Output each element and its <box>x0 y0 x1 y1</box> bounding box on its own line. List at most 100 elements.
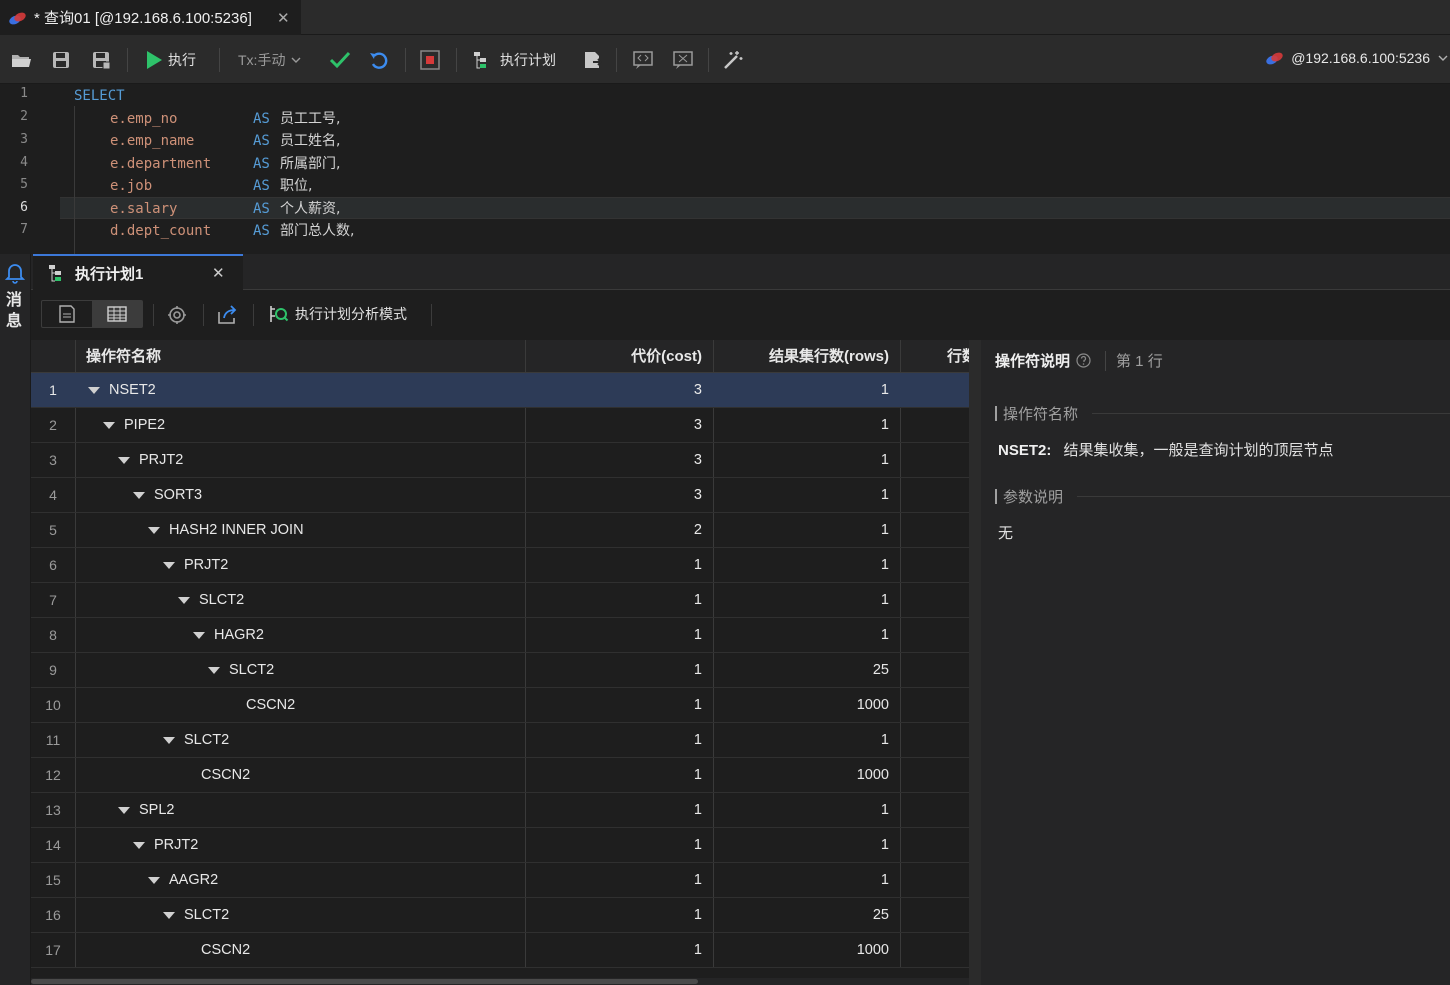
open-folder-icon[interactable] <box>10 48 32 72</box>
rows-cell: 1 <box>880 592 889 608</box>
table-row[interactable]: 6 PRJT2 1 1 <box>31 548 969 583</box>
operator-name: CSCN2 <box>246 697 296 713</box>
table-row[interactable]: 8 HAGR2 1 1 <box>31 618 969 653</box>
row-number: 17 <box>45 942 61 958</box>
expand-toggle-icon[interactable] <box>133 492 145 499</box>
settings-icon[interactable] <box>166 304 188 326</box>
rows-cell: 1 <box>880 802 889 818</box>
export-icon[interactable] <box>582 48 602 72</box>
bell-icon[interactable] <box>5 262 30 284</box>
run-button[interactable]: 执行 <box>146 48 196 72</box>
row-number: 4 <box>49 487 57 503</box>
table-row[interactable]: 17 CSCN2 1 1000 <box>31 933 969 968</box>
row-number: 7 <box>49 592 57 608</box>
rows-cell: 1 <box>880 417 889 433</box>
export-icon[interactable] <box>216 304 238 326</box>
expand-toggle-icon[interactable] <box>88 387 100 394</box>
operator-name: SLCT2 <box>199 592 245 608</box>
format-magic-icon[interactable] <box>722 48 744 72</box>
transaction-mode-select[interactable]: Tx:手动 <box>238 48 301 72</box>
commit-icon[interactable] <box>329 48 351 72</box>
row-number: 14 <box>45 837 61 853</box>
table-row[interactable]: 11 SLCT2 1 1 <box>31 723 969 758</box>
cost-cell: 1 <box>693 802 702 818</box>
panel-title: 操作符说明 <box>995 353 1071 370</box>
table-row[interactable]: 10 CSCN2 1 1000 <box>31 688 969 723</box>
cost-cell: 1 <box>693 907 702 923</box>
operator-name: NSET2 <box>109 382 156 398</box>
row-number: 5 <box>49 522 57 538</box>
scrollbar-thumb[interactable] <box>31 979 698 984</box>
sql-editor[interactable]: 1 SELECT 2 e.emp_no AS 员工工号, 3 e.emp_nam… <box>0 84 1450 254</box>
cost-cell: 1 <box>693 627 702 643</box>
row-number: 3 <box>49 452 57 468</box>
operator-name: HASH2 INNER JOIN <box>169 522 304 538</box>
column-header-cost[interactable]: 代价(cost) <box>531 340 702 373</box>
expand-toggle-icon[interactable] <box>148 527 160 534</box>
operator-name: SLCT2 <box>229 662 275 678</box>
section-title: 操作符名称 <box>1003 406 1079 423</box>
messages-label[interactable]: 消息 <box>6 290 22 332</box>
comment-icon[interactable] <box>632 48 654 72</box>
help-icon[interactable] <box>1076 353 1091 368</box>
expand-toggle-icon[interactable] <box>133 842 145 849</box>
table-row[interactable]: 3 PRJT2 3 1 <box>31 443 969 478</box>
expand-toggle-icon[interactable] <box>178 597 190 604</box>
save-icon[interactable] <box>51 48 71 72</box>
table-row[interactable]: 4 SORT3 3 1 <box>31 478 969 513</box>
connection-indicator[interactable]: @192.168.6.100:5236 <box>1265 50 1448 66</box>
horizontal-scrollbar[interactable] <box>31 978 969 985</box>
table-row[interactable]: 1 NSET2 3 1 <box>31 373 969 408</box>
expand-toggle-icon[interactable] <box>208 667 220 674</box>
expand-toggle-icon[interactable] <box>103 422 115 429</box>
text-view-icon[interactable] <box>42 301 92 327</box>
column-header-rows[interactable]: 结果集行数(rows) <box>731 340 889 373</box>
column-header-more[interactable]: 行数 <box>947 340 969 373</box>
table-row[interactable]: 14 PRJT2 1 1 <box>31 828 969 863</box>
expand-toggle-icon[interactable] <box>148 877 160 884</box>
expand-toggle-icon[interactable] <box>118 807 130 814</box>
uncomment-icon[interactable] <box>672 48 694 72</box>
table-row[interactable]: 9 SLCT2 1 25 <box>31 653 969 688</box>
save-all-icon[interactable] <box>91 48 111 72</box>
view-mode-toggle <box>41 300 143 328</box>
query-tab[interactable]: * 查询01 [@192.168.6.100:5236] ✕ <box>0 0 301 35</box>
expand-toggle-icon[interactable] <box>163 912 175 919</box>
execution-plan-icon <box>47 263 69 283</box>
table-row[interactable]: 13 SPL2 1 1 <box>31 793 969 828</box>
grid-view-icon[interactable] <box>92 301 142 327</box>
operator-description: NSET2: 结果集收集，一般是查询计划的顶层节点 <box>998 439 1334 460</box>
close-tab-icon[interactable]: ✕ <box>212 264 225 282</box>
row-number: 1 <box>49 382 57 398</box>
table-row[interactable]: 5 HASH2 INNER JOIN 2 1 <box>31 513 969 548</box>
explain-plan-button[interactable]: 执行计划 <box>472 48 556 72</box>
connection-label: @192.168.6.100:5236 <box>1291 50 1430 66</box>
close-tab-icon[interactable]: ✕ <box>277 9 290 27</box>
plan-analysis-mode-button[interactable]: 执行计划分析模式 <box>269 304 407 324</box>
row-number: 10 <box>45 697 61 713</box>
panel-splitter[interactable] <box>969 340 981 985</box>
table-row[interactable]: 12 CSCN2 1 1000 <box>31 758 969 793</box>
row-number: 13 <box>45 802 61 818</box>
table-row[interactable]: 7 SLCT2 1 1 <box>31 583 969 618</box>
rows-cell: 1 <box>880 382 889 398</box>
tab-execution-plan[interactable]: 执行计划1 ✕ <box>33 254 243 290</box>
expand-toggle-icon[interactable] <box>163 562 175 569</box>
expand-toggle-icon[interactable] <box>118 457 130 464</box>
row-number: 15 <box>45 872 61 888</box>
cost-cell: 1 <box>693 557 702 573</box>
table-row[interactable]: 16 SLCT2 1 25 <box>31 898 969 933</box>
rollback-icon[interactable] <box>369 48 389 72</box>
parameters-value: 无 <box>998 525 1014 542</box>
rows-cell: 25 <box>872 907 889 923</box>
column-header-operator[interactable]: 操作符名称 <box>86 340 161 373</box>
operator-name: SLCT2 <box>184 907 230 923</box>
table-row[interactable]: 2 PIPE2 3 1 <box>31 408 969 443</box>
operator-name: PRJT2 <box>139 452 184 468</box>
operator-description-panel: 操作符说明 第 1 行 操作符名称 NSET2: 结果集收集，一般是查询计划的顶… <box>981 340 1450 985</box>
expand-toggle-icon[interactable] <box>193 632 205 639</box>
line-number: 1 <box>20 86 28 101</box>
expand-toggle-icon[interactable] <box>163 737 175 744</box>
stop-icon[interactable] <box>420 48 440 72</box>
table-row[interactable]: 15 AAGR2 1 1 <box>31 863 969 898</box>
